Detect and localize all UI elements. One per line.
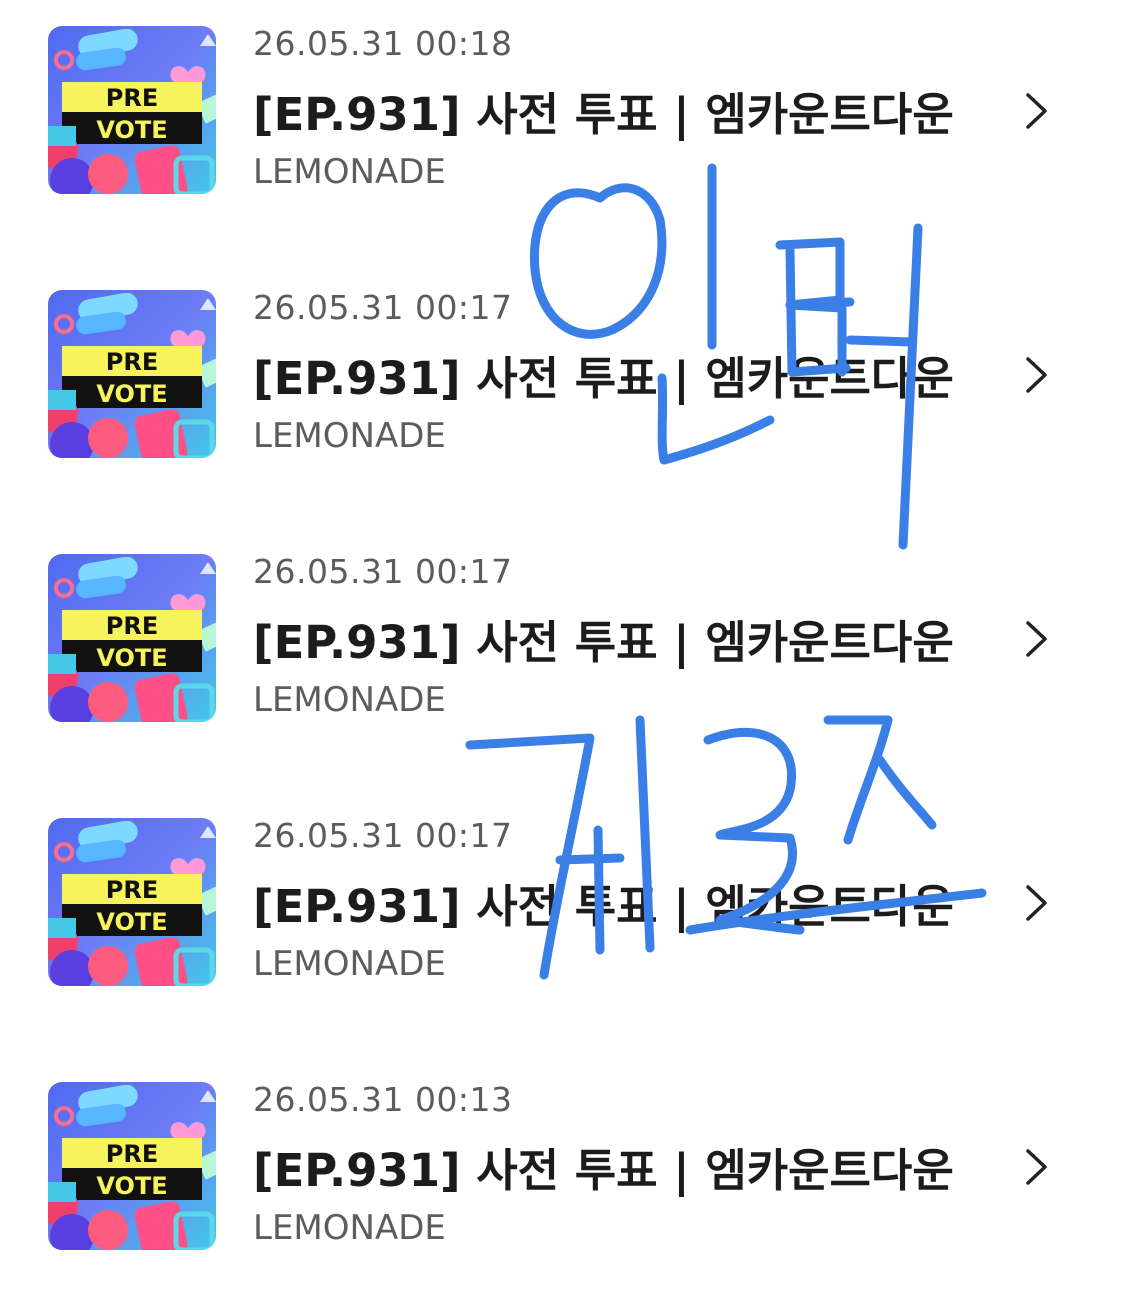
item-title: [EP.931] 사전 투표 | 엠카운트다운 bbox=[253, 616, 954, 669]
pre-vote-thumbnail: PRE VOTE bbox=[48, 26, 216, 194]
item-title: [EP.931] 사전 투표 | 엠카운트다운 bbox=[253, 88, 954, 141]
thumb-label-vote: VOTE bbox=[96, 116, 167, 144]
chevron-right-icon[interactable] bbox=[1018, 618, 1054, 660]
thumb-label-pre: PRE bbox=[106, 84, 158, 112]
timestamp: 26.05.31 00:17 bbox=[253, 288, 513, 327]
thumb-label-vote: VOTE bbox=[96, 1172, 167, 1200]
timestamp: 26.05.31 00:18 bbox=[253, 24, 513, 63]
thumb-label-pre: PRE bbox=[106, 876, 158, 904]
item-title: [EP.931] 사전 투표 | 엠카운트다운 bbox=[253, 1144, 954, 1197]
chevron-right-icon[interactable] bbox=[1018, 354, 1054, 396]
list-item[interactable]: PRE VOTE 26.05.31 00:18 [EP.931] 사전 투표 |… bbox=[0, 0, 1124, 240]
timestamp: 26.05.31 00:17 bbox=[253, 816, 513, 855]
thumb-label-pre: PRE bbox=[106, 612, 158, 640]
pre-vote-thumbnail: PRE VOTE bbox=[48, 554, 216, 722]
item-title: [EP.931] 사전 투표 | 엠카운트다운 bbox=[253, 880, 954, 933]
source-label: LEMONADE bbox=[253, 944, 446, 984]
thumb-label-pre: PRE bbox=[106, 1140, 158, 1168]
source-label: LEMONADE bbox=[253, 1208, 446, 1248]
thumb-label-vote: VOTE bbox=[96, 380, 167, 408]
pre-vote-thumbnail: PRE VOTE bbox=[48, 818, 216, 986]
chevron-right-icon[interactable] bbox=[1018, 90, 1054, 132]
list-item[interactable]: PRE VOTE 26.05.31 00:17 [EP.931] 사전 투표 |… bbox=[0, 264, 1124, 504]
timestamp: 26.05.31 00:13 bbox=[253, 1080, 513, 1119]
chevron-right-icon[interactable] bbox=[1018, 1146, 1054, 1188]
chevron-right-icon[interactable] bbox=[1018, 882, 1054, 924]
thumb-label-vote: VOTE bbox=[96, 908, 167, 936]
pre-vote-thumbnail: PRE VOTE bbox=[48, 1082, 216, 1250]
source-label: LEMONADE bbox=[253, 416, 446, 456]
list-item[interactable]: PRE VOTE 26.05.31 00:17 [EP.931] 사전 투표 |… bbox=[0, 528, 1124, 768]
thumb-label-pre: PRE bbox=[106, 348, 158, 376]
list-item[interactable]: PRE VOTE 26.05.31 00:13 [EP.931] 사전 투표 |… bbox=[0, 1056, 1124, 1296]
thumb-label-vote: VOTE bbox=[96, 644, 167, 672]
item-title: [EP.931] 사전 투표 | 엠카운트다운 bbox=[253, 352, 954, 405]
source-label: LEMONADE bbox=[253, 680, 446, 720]
list-item[interactable]: PRE VOTE 26.05.31 00:17 [EP.931] 사전 투표 |… bbox=[0, 792, 1124, 1032]
source-label: LEMONADE bbox=[253, 152, 446, 192]
timestamp: 26.05.31 00:17 bbox=[253, 552, 513, 591]
pre-vote-thumbnail: PRE VOTE bbox=[48, 290, 216, 458]
